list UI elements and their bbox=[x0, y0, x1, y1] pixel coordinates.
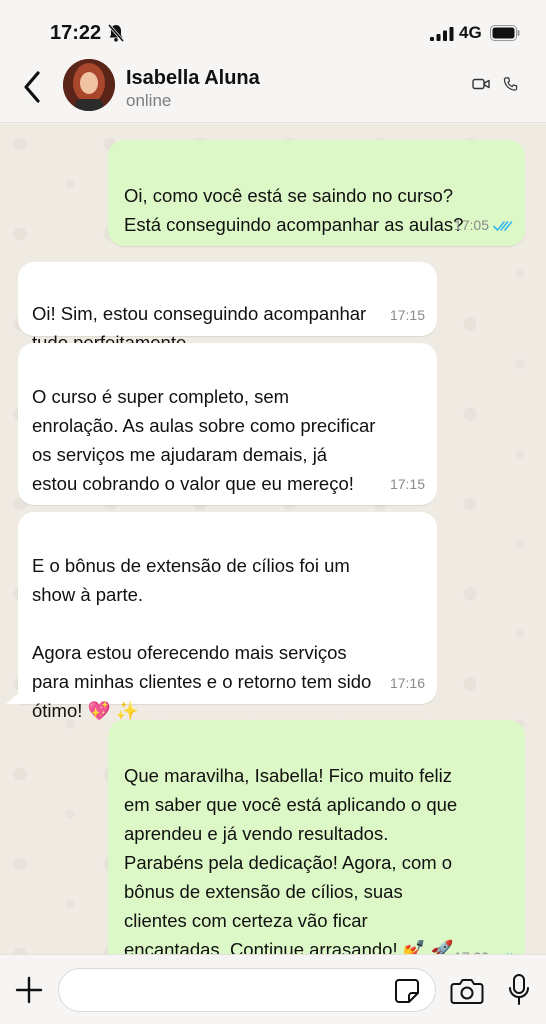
contact-status: online bbox=[126, 91, 172, 110]
status-time: 17:22 bbox=[50, 22, 102, 44]
mic-icon[interactable] bbox=[508, 973, 530, 1007]
message-bubble-outgoing[interactable]: Que maravilha, Isabella! Fico muito feli… bbox=[108, 720, 525, 954]
voice-call-icon[interactable] bbox=[503, 76, 518, 92]
status-bar: 17:22 4G bbox=[0, 0, 546, 60]
message-bubble-incoming[interactable]: E o bônus de extensão de cílios foi um s… bbox=[18, 512, 437, 721]
contact-name[interactable]: Isabella Aluna bbox=[126, 67, 260, 90]
message-meta: 17:15 bbox=[390, 470, 425, 499]
plus-icon[interactable] bbox=[14, 975, 44, 1005]
back-icon[interactable] bbox=[20, 67, 44, 107]
message-time: 17:16 bbox=[389, 675, 425, 691]
sticker-icon[interactable] bbox=[394, 978, 420, 1004]
message-time: 17:05 bbox=[453, 217, 489, 233]
signal-icon bbox=[430, 27, 454, 41]
message-text: O curso é super completo, sem enrolação.… bbox=[32, 386, 376, 494]
input-bar bbox=[0, 954, 546, 1024]
message-meta: 17:15 bbox=[390, 301, 425, 330]
message-bubble-incoming[interactable]: Oi! Sim, estou conseguindo acompanhar tu… bbox=[18, 262, 437, 353]
message-bubble-incoming[interactable]: O curso é super completo, sem enrolação.… bbox=[18, 343, 437, 505]
message-bubble-outgoing[interactable]: Oi, como você está se saindo no curso? E… bbox=[108, 140, 525, 246]
message-text: Que maravilha, Isabella! Fico muito feli… bbox=[124, 765, 458, 954]
message-time: 17:15 bbox=[389, 307, 425, 323]
message-text: Oi, como você está se saindo no curso? E… bbox=[124, 185, 464, 235]
bell-off-icon bbox=[108, 24, 124, 42]
avatar-image bbox=[63, 59, 115, 111]
message-meta: 17:05 bbox=[454, 211, 513, 240]
network-label: 4G bbox=[459, 23, 482, 42]
video-call-icon[interactable] bbox=[472, 77, 490, 91]
message-meta: 17:16 bbox=[390, 669, 425, 698]
avatar[interactable] bbox=[63, 59, 115, 111]
chat-header: Isabella Aluna online bbox=[0, 55, 546, 123]
message-meta: 17:20 bbox=[454, 943, 513, 954]
message-input[interactable] bbox=[58, 968, 436, 1012]
read-ticks-icon bbox=[493, 220, 513, 231]
chat-area[interactable]: Oi, como você está se saindo no curso? E… bbox=[0, 124, 546, 954]
camera-icon[interactable] bbox=[450, 977, 484, 1005]
message-time: 17:15 bbox=[389, 476, 425, 492]
message-text: E o bônus de extensão de cílios foi um s… bbox=[32, 555, 372, 721]
message-time: 17:20 bbox=[454, 943, 489, 954]
battery-icon bbox=[490, 25, 520, 41]
